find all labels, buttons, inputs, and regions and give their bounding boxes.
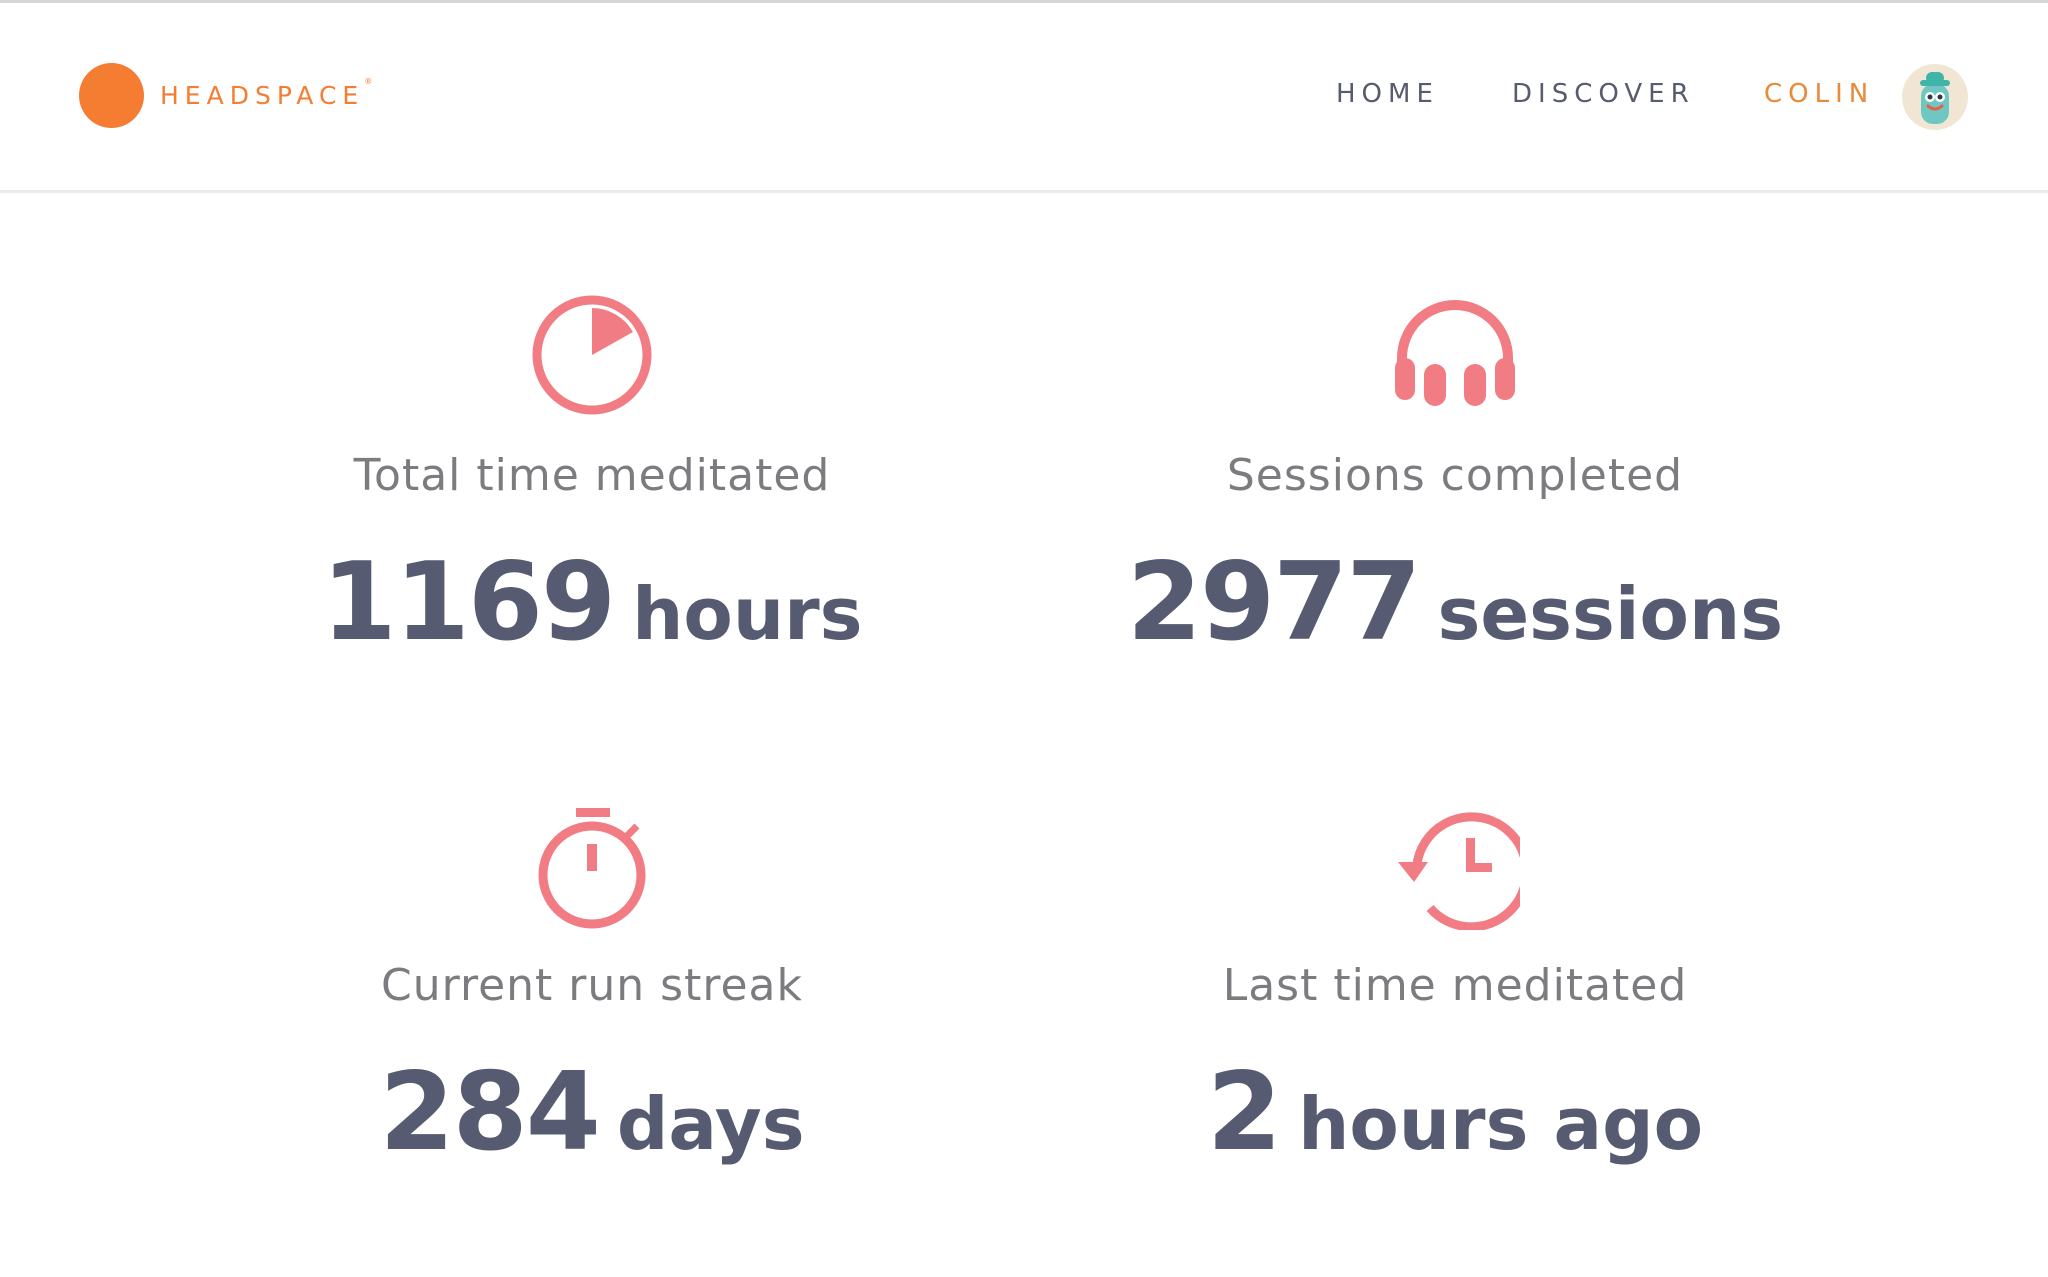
stat-number: 2 bbox=[1206, 1050, 1282, 1175]
stat-unit: hours bbox=[632, 572, 863, 656]
stopwatch-icon bbox=[538, 808, 646, 929]
pie-timer-icon bbox=[532, 295, 652, 415]
brand-mark: ® bbox=[364, 77, 373, 86]
stat-total-time: Total time meditated 1169 hours bbox=[142, 280, 1042, 680]
stat-unit: hours ago bbox=[1298, 1082, 1704, 1166]
stat-last-meditated: Last time meditated 2 hours ago bbox=[1005, 790, 1905, 1190]
headspace-logo[interactable]: HEADSPACE® bbox=[79, 63, 372, 128]
stat-label: Current run streak bbox=[381, 960, 803, 1011]
stat-value: 2 hours ago bbox=[1005, 1050, 1905, 1175]
monster-avatar-icon bbox=[1920, 72, 1950, 124]
stat-value: 1169 hours bbox=[142, 540, 1042, 665]
stat-run-streak: Current run streak 284 days bbox=[142, 790, 1042, 1190]
logo-dot-icon bbox=[79, 63, 144, 128]
stat-number: 1169 bbox=[321, 540, 617, 665]
stat-number: 284 bbox=[379, 1050, 600, 1175]
stat-sessions-completed: Sessions completed 2977 sessions bbox=[1005, 280, 1905, 680]
user-avatar[interactable] bbox=[1902, 64, 1968, 130]
site-header: HEADSPACE® HOME DISCOVER COLIN bbox=[0, 3, 2048, 193]
stat-value: 2977 sessions bbox=[1005, 540, 1905, 665]
nav-user-profile[interactable]: COLIN bbox=[1764, 79, 1874, 109]
nav-discover[interactable]: DISCOVER bbox=[1512, 79, 1695, 109]
stat-number: 2977 bbox=[1126, 540, 1422, 665]
stat-value: 284 days bbox=[142, 1050, 1042, 1175]
stat-unit: sessions bbox=[1437, 572, 1784, 656]
headphones-icon bbox=[1395, 300, 1515, 406]
brand-name: HEADSPACE bbox=[160, 81, 365, 110]
logo-text: HEADSPACE® bbox=[160, 77, 372, 110]
nav-home[interactable]: HOME bbox=[1336, 79, 1439, 109]
stat-unit: days bbox=[616, 1082, 805, 1166]
stat-label: Sessions completed bbox=[1226, 450, 1684, 501]
stat-label: Total time meditated bbox=[353, 450, 831, 501]
stat-label: Last time meditated bbox=[1222, 960, 1688, 1011]
history-clock-icon bbox=[1398, 812, 1520, 930]
